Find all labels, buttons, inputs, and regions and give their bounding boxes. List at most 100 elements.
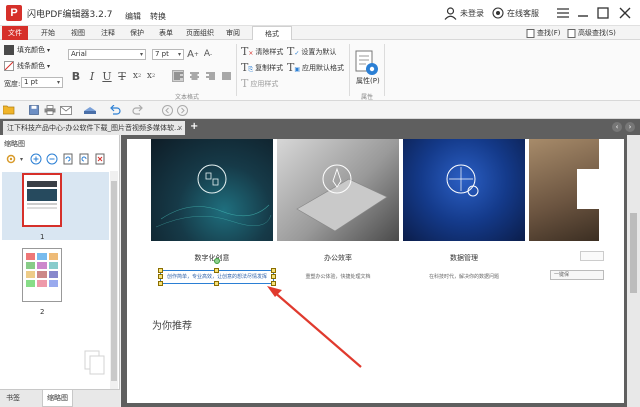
mode-edit[interactable]: 编辑: [125, 11, 141, 22]
thumbnail-scrollbar[interactable]: [110, 171, 118, 397]
set-default-button[interactable]: T✓ 设置为默认: [287, 45, 336, 58]
set-default-label: 设置为默认: [301, 47, 337, 56]
add-tab-icon[interactable]: +: [190, 121, 198, 133]
group-text-label: 文本格式: [175, 94, 200, 101]
font-size-value: 7 pt: [155, 50, 169, 58]
rotate-page-icon[interactable]: [77, 153, 90, 166]
document-tab-title: 江下科技产品中心-办公软件下载_图片音视频多媒体软...: [7, 124, 181, 132]
pages-watermark-icon: [84, 350, 106, 376]
tab-close-icon[interactable]: ×: [177, 121, 183, 135]
fill-color-button[interactable]: 填充颜色 ▾: [4, 45, 50, 55]
zoom-in-icon[interactable]: [29, 153, 42, 166]
mode-convert[interactable]: 转换: [150, 11, 166, 22]
service-label: 在线客服: [507, 8, 539, 18]
tab-form[interactable]: 表单: [156, 26, 176, 40]
tab-bookmarks[interactable]: 书签: [2, 390, 24, 407]
advanced-find-button[interactable]: 高级查找(S): [567, 27, 616, 39]
superscript-icon[interactable]: x2: [131, 70, 143, 82]
menu-icon[interactable]: [554, 4, 572, 22]
ribbon-separator: [349, 44, 350, 96]
tab-format[interactable]: 格式: [252, 26, 292, 40]
rotate-icon[interactable]: [61, 153, 74, 166]
thumbnail-panel: 缩略图 ▾ 1 2: [0, 135, 120, 407]
thumbnail-tools: ▾: [4, 152, 114, 166]
width-select[interactable]: 1 pt ▾: [21, 77, 63, 88]
font-shrink-icon[interactable]: A-: [202, 48, 214, 60]
service-button[interactable]: 在线客服: [492, 5, 539, 21]
copy-style-label: 复制样式: [255, 63, 284, 72]
tab-annotate[interactable]: 注释: [98, 26, 118, 40]
document-tab[interactable]: 江下科技产品中心-办公软件下载_图片音视频多媒体软...: [3, 121, 185, 135]
zoom-out-icon[interactable]: [45, 153, 58, 166]
font-select[interactable]: Arial ▾: [68, 49, 146, 60]
scan-icon[interactable]: [83, 104, 97, 116]
tab-file[interactable]: 文件: [2, 26, 28, 40]
tab-page-organize[interactable]: 页面组织: [183, 26, 217, 40]
chevron-down-icon: ▾: [47, 62, 51, 70]
italic-icon[interactable]: I: [86, 70, 98, 83]
find-label: 查找(F): [537, 29, 561, 37]
properties-icon: [355, 50, 378, 75]
tab-review[interactable]: 审阅: [223, 26, 243, 40]
align-center-icon[interactable]: [188, 70, 200, 82]
panel-title: 缩略图: [4, 140, 25, 148]
copy-style-button[interactable]: T⎘ 复制样式: [241, 61, 283, 74]
redo-icon[interactable]: [131, 104, 145, 116]
headset-icon: [492, 7, 504, 19]
tab-thumbnails[interactable]: 缩略图: [42, 390, 73, 407]
underline-icon[interactable]: U: [101, 70, 113, 83]
tab-view[interactable]: 视图: [68, 26, 88, 40]
menu-bar: 文件 开始 视图 注释 保护 表单 页面组织 审阅 格式 查找(F) 高级查找(…: [0, 26, 640, 40]
open-folder-icon[interactable]: [2, 104, 16, 116]
tab-start[interactable]: 开始: [38, 26, 58, 40]
group-props-label: 属性: [361, 94, 374, 101]
page-thumbnail-2[interactable]: [22, 248, 62, 302]
close-icon[interactable]: [616, 4, 634, 22]
login-button[interactable]: 未登录: [444, 5, 484, 21]
page-thumbnail-1[interactable]: [22, 173, 62, 227]
undo-icon[interactable]: [108, 104, 122, 116]
align-right-icon[interactable]: [204, 70, 216, 82]
page-icon: [526, 28, 535, 38]
print-icon[interactable]: [43, 104, 57, 116]
font-grow-icon[interactable]: A +: [187, 48, 199, 60]
strikethrough-icon[interactable]: T: [116, 70, 128, 83]
ribbon: 填充颜色 ▾ 线条颜色 ▾ 宽度: 1 pt ▾ Arial ▾ 7 pt ▾ A + …: [0, 40, 640, 101]
clear-style-button[interactable]: T× 清除样式: [241, 45, 283, 58]
app-logo: P: [6, 5, 22, 21]
tab-next-icon[interactable]: ›: [625, 122, 635, 132]
save-icon[interactable]: [27, 104, 41, 116]
recommend-heading: 为你推荐: [152, 321, 192, 332]
tab-protect[interactable]: 保护: [127, 26, 147, 40]
fill-swatch: [4, 45, 14, 55]
forward-icon[interactable]: [175, 104, 189, 116]
width-label: 宽度:: [4, 80, 21, 88]
settings-icon[interactable]: [4, 153, 17, 166]
align-left-icon[interactable]: [172, 70, 184, 82]
apply-style-icon: T: [241, 77, 249, 90]
ribbon-separator: [236, 44, 237, 96]
tab-prev-icon[interactable]: ‹: [612, 122, 622, 132]
clear-style-label: 清除样式: [255, 47, 284, 56]
properties-label: 属性(P): [356, 77, 380, 85]
justify-icon[interactable]: [220, 70, 232, 82]
advanced-find-label: 高级查找(S): [578, 29, 616, 37]
maximize-icon[interactable]: [594, 4, 612, 22]
apply-default-button[interactable]: T▣ 应用默认格式: [287, 61, 344, 74]
ribbon-separator: [384, 44, 385, 96]
apply-style-button[interactable]: T 应用样式: [241, 77, 278, 90]
subscript-icon[interactable]: x2: [145, 70, 157, 82]
email-icon[interactable]: [59, 104, 73, 116]
font-size-select[interactable]: 7 pt ▾: [152, 49, 184, 60]
pdf-page: 数字化创意 办公效率 数据管理 创作简单，专业高效，让创意的想法尽情发挥 重塑办…: [127, 139, 624, 403]
line-color-button[interactable]: 线条颜色 ▾: [4, 61, 50, 71]
back-icon[interactable]: [160, 104, 174, 116]
minimize-icon[interactable]: [574, 4, 592, 22]
find-button[interactable]: 查找(F): [526, 27, 561, 39]
bold-icon[interactable]: B: [70, 70, 82, 83]
line-color-label: 线条颜色: [17, 62, 45, 70]
delete-page-icon[interactable]: [93, 153, 106, 166]
document-scrollbar[interactable]: [627, 135, 640, 407]
chevron-down-icon[interactable]: ▾: [20, 156, 26, 163]
apply-default-label: 应用默认格式: [302, 63, 345, 72]
